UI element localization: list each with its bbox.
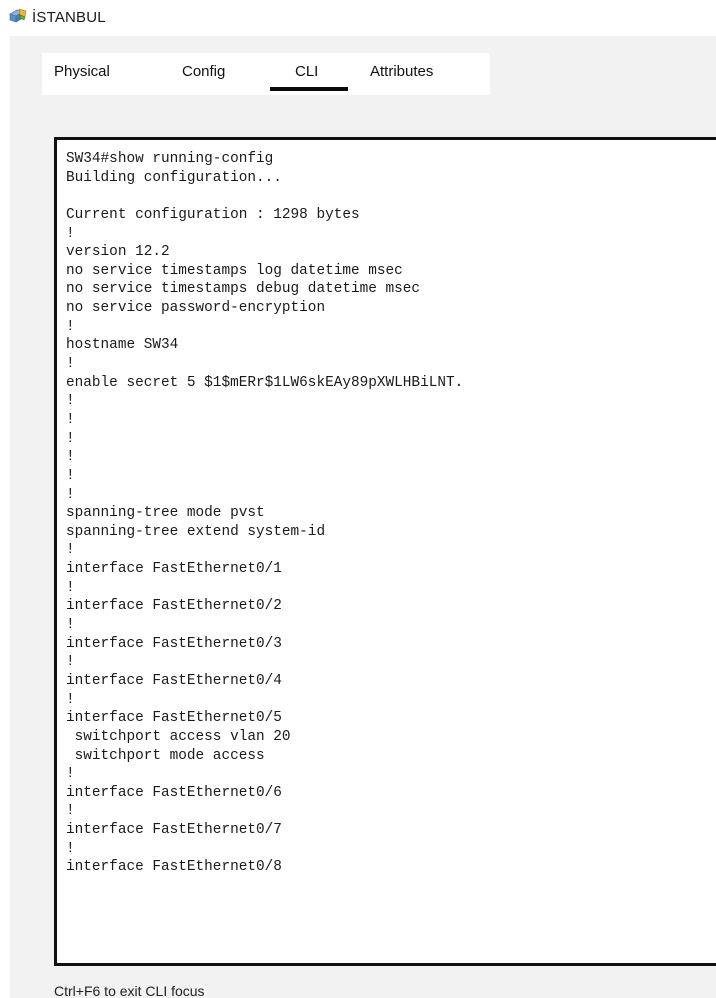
cli-terminal[interactable]: SW34#show running-config Building configu… [54, 137, 716, 966]
terminal-line: ! [66, 803, 75, 820]
terminal-line: ! [66, 430, 75, 447]
terminal-line: interface FastEthernet0/1 [66, 561, 282, 578]
tab-config[interactable]: Config [182, 63, 225, 87]
tab-cli[interactable]: CLI [295, 63, 318, 87]
terminal-line: Current configuration : 1298 bytes [66, 206, 360, 223]
terminal-line: ! [66, 393, 75, 410]
terminal-line: version 12.2 [66, 244, 170, 261]
device-window: İSTANBUL Physical Config CLI Attributes … [0, 0, 716, 998]
cli-focus-hint: Ctrl+F6 to exit CLI focus [54, 983, 205, 998]
terminal-line: ! [66, 225, 75, 242]
terminal-line: spanning-tree mode pvst [66, 505, 265, 522]
terminal-output: SW34#show running-config Building configu… [66, 150, 463, 877]
terminal-line: interface FastEthernet0/8 [66, 859, 282, 876]
switch-icon [8, 8, 28, 26]
terminal-line: ! [66, 449, 75, 466]
terminal-line: switchport mode access [66, 747, 265, 764]
terminal-line: switchport access vlan 20 [66, 728, 291, 745]
terminal-line: Building configuration... [66, 169, 282, 186]
tab-attributes[interactable]: Attributes [370, 63, 433, 87]
terminal-line: SW34#show running-config [66, 151, 274, 167]
terminal-line: interface FastEthernet0/7 [66, 822, 282, 839]
tab-physical[interactable]: Physical [54, 63, 110, 87]
terminal-line: ! [66, 691, 75, 708]
terminal-line: ! [66, 467, 75, 484]
terminal-line: no service password-encryption [66, 300, 326, 317]
terminal-line: ! [66, 579, 75, 596]
terminal-line: interface FastEthernet0/4 [66, 672, 282, 689]
terminal-line: interface FastEthernet0/5 [66, 710, 282, 727]
window-title: İSTANBUL [32, 9, 106, 26]
terminal-line: ! [66, 486, 75, 503]
terminal-line: interface FastEthernet0/2 [66, 598, 282, 615]
terminal-line: ! [66, 617, 75, 634]
terminal-line: ! [66, 318, 75, 335]
terminal-line: interface FastEthernet0/3 [66, 635, 282, 652]
terminal-line: interface FastEthernet0/6 [66, 784, 282, 801]
terminal-line: ! [66, 411, 75, 428]
terminal-line: no service timestamps log datetime msec [66, 262, 403, 279]
title-bar: İSTANBUL [0, 0, 716, 36]
terminal-line: ! [66, 654, 75, 671]
terminal-line: ! [66, 766, 75, 783]
terminal-line: ! [66, 542, 75, 559]
selected-tab-indicator [270, 87, 348, 91]
terminal-line: enable secret 5 $1$mERr$1LW6skEAy89pXWLH… [66, 374, 464, 391]
terminal-line: spanning-tree extend system-id [66, 523, 326, 540]
tab-bar: Physical Config CLI Attributes [42, 53, 490, 95]
terminal-line: ! [66, 356, 75, 373]
terminal-line: ! [66, 840, 75, 857]
terminal-line: hostname SW34 [66, 337, 179, 354]
terminal-line: no service timestamps debug datetime mse… [66, 281, 421, 298]
